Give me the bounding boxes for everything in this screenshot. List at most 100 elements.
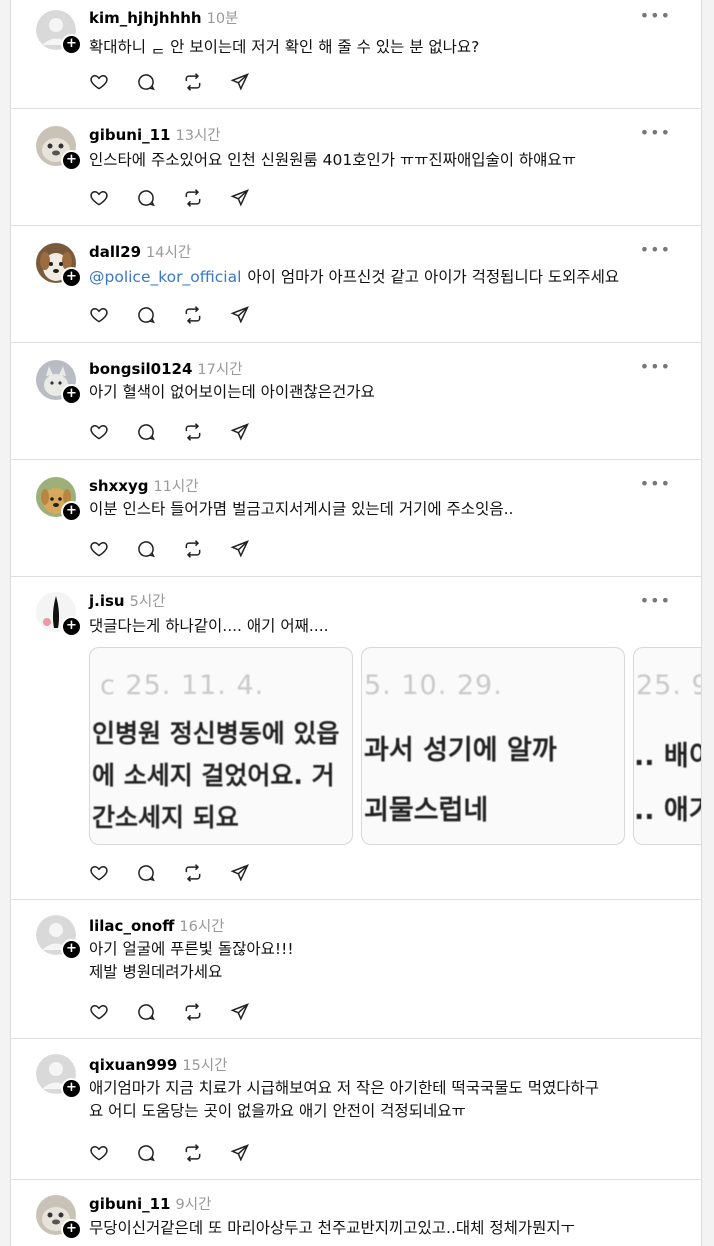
username[interactable]: qixuan999 <box>89 1056 177 1074</box>
action-bar <box>89 420 277 444</box>
image-text-line: 에 소세지 걸었어요. 거 <box>92 761 335 790</box>
send-icon[interactable] <box>230 303 277 327</box>
attached-image[interactable]: 25. 9 .. 배이 .. 애기 <box>633 647 701 845</box>
username[interactable]: dall29 <box>89 243 141 261</box>
more-options-icon[interactable]: ••• <box>640 240 671 259</box>
username[interactable]: lilac_onoff <box>89 917 174 935</box>
timestamp[interactable]: 17시간 <box>197 362 242 378</box>
follow-plus-icon[interactable]: + <box>61 939 82 960</box>
more-options-icon[interactable]: ••• <box>640 591 671 610</box>
heart-icon[interactable] <box>89 1000 136 1024</box>
repost-icon[interactable] <box>183 1000 230 1024</box>
repost-icon[interactable] <box>183 861 230 885</box>
comment-post: + shxxyg 11시간 ••• 이분 인스타 들어가몀 벌금고지서게시글 있는… <box>11 460 701 577</box>
comment-text: 댓글다는게 하나같이.... 애기 어째.... <box>89 617 329 635</box>
follow-plus-icon[interactable]: + <box>61 1219 82 1240</box>
action-bar <box>89 1000 277 1024</box>
comment-post: + dall29 14시간 ••• @police_kor_official 아이 … <box>11 226 701 343</box>
username[interactable]: shxxyg <box>89 477 148 495</box>
timestamp[interactable]: 13시간 <box>176 128 221 144</box>
comment-icon[interactable] <box>136 186 183 210</box>
repost-icon[interactable] <box>183 1141 230 1165</box>
username[interactable]: gibuni_11 <box>89 126 171 144</box>
action-bar <box>89 861 277 885</box>
comment-icon[interactable] <box>136 861 183 885</box>
repost-icon[interactable] <box>183 420 230 444</box>
heart-icon[interactable] <box>89 420 136 444</box>
image-carousel[interactable]: c 25. 11. 4. 인병원 정신병동에 있읍 에 소세지 걸었어요. 거 … <box>89 647 701 845</box>
image-text-line: 괴물스럽네 <box>364 795 489 826</box>
timestamp[interactable]: 15시간 <box>182 1058 227 1074</box>
comment-post: + gibuni_11 9시간 무당이신거같은데 또 마리아상두고 천주교반지끼고… <box>11 1180 701 1246</box>
timestamp[interactable]: 9시간 <box>176 1197 212 1213</box>
comment-icon[interactable] <box>136 420 183 444</box>
timestamp[interactable]: 16시간 <box>179 919 224 935</box>
send-icon[interactable] <box>230 420 277 444</box>
comment-post: + lilac_onoff 16시간 아기 얼굴에 푸른빛 돌잖아요!!! 제발 … <box>11 900 701 1039</box>
comment-text: 무당이신거같은데 또 마리아상두고 천주교반지끼고있고..대체 정체가뭔지ㅜ <box>89 1219 575 1237</box>
follow-plus-icon[interactable]: + <box>61 616 82 637</box>
image-date-text: c 25. 11. 4. <box>100 670 265 701</box>
send-icon[interactable] <box>230 1141 277 1165</box>
timestamp[interactable]: 14시간 <box>146 245 191 261</box>
send-icon[interactable] <box>230 861 277 885</box>
heart-icon[interactable] <box>89 70 136 94</box>
image-text-line: 인병원 정신병동에 있읍 <box>92 719 340 748</box>
heart-icon[interactable] <box>89 186 136 210</box>
comment-icon[interactable] <box>136 303 183 327</box>
heart-icon[interactable] <box>89 537 136 561</box>
follow-plus-icon[interactable]: + <box>61 1078 82 1099</box>
action-bar <box>89 186 277 210</box>
comment-text: 애기엄마가 지금 치료가 시급해보여요 저 작은 아기한테 떡국국물도 먹였다하… <box>89 1079 599 1120</box>
repost-icon[interactable] <box>183 537 230 561</box>
send-icon[interactable] <box>230 1000 277 1024</box>
comment-text: 인스타에 주소있어요 인천 신원원룸 401호인가 ㅠㅠ진짜애입술이 하얘요ㅠ <box>89 151 576 169</box>
action-bar <box>89 1141 277 1165</box>
more-options-icon[interactable]: ••• <box>640 357 671 376</box>
comment-post: + gibuni_11 13시간 ••• 인스타에 주소있어요 인천 신원원룸 4… <box>11 109 701 226</box>
timestamp[interactable]: 5시간 <box>130 594 166 610</box>
timestamp[interactable]: 10분 <box>207 11 239 27</box>
more-options-icon[interactable]: ••• <box>640 6 671 25</box>
comment-post: + qixuan999 15시간 애기엄마가 지금 치료가 시급해보여요 저 작은… <box>11 1039 701 1180</box>
comment-post: + j.isu 5시간 ••• 댓글다는게 하나같이.... 애기 어째.... … <box>11 577 701 900</box>
send-icon[interactable] <box>230 70 277 94</box>
username[interactable]: bongsil0124 <box>89 360 192 378</box>
repost-icon[interactable] <box>183 186 230 210</box>
image-text-line: .. 배이 <box>634 741 701 772</box>
follow-plus-icon[interactable]: + <box>61 384 82 405</box>
heart-icon[interactable] <box>89 1141 136 1165</box>
comment-icon[interactable] <box>136 70 183 94</box>
mention-link[interactable]: @police_kor_official <box>89 268 241 286</box>
comment-icon[interactable] <box>136 1000 183 1024</box>
comment-text: 확대하니 ᆮ 안 보이는데 저거 확인 해 줄 수 있는 분 없나요? <box>89 38 480 56</box>
image-date-text: 5. 10. 29. <box>364 670 503 701</box>
send-icon[interactable] <box>230 537 277 561</box>
send-icon[interactable] <box>230 186 277 210</box>
follow-plus-icon[interactable]: + <box>61 501 82 522</box>
follow-plus-icon[interactable]: + <box>61 34 82 55</box>
action-bar <box>89 70 277 94</box>
repost-icon[interactable] <box>183 70 230 94</box>
follow-plus-icon[interactable]: + <box>61 150 82 171</box>
follow-plus-icon[interactable]: + <box>61 267 82 288</box>
comment-post: + kim_hjhjhhhh 10분 ••• 확대하니 ᆮ 안 보이는데 저거 확… <box>11 0 701 109</box>
image-date-text: 25. 9 <box>636 670 701 701</box>
action-bar <box>89 303 277 327</box>
repost-icon[interactable] <box>183 303 230 327</box>
comment-icon[interactable] <box>136 537 183 561</box>
comment-text: @police_kor_official 아이 엄마가 아프신것 같고 아이가 걱… <box>89 266 679 289</box>
attached-image[interactable]: c 25. 11. 4. 인병원 정신병동에 있읍 에 소세지 걸었어요. 거 … <box>89 647 353 845</box>
heart-icon[interactable] <box>89 861 136 885</box>
more-options-icon[interactable]: ••• <box>640 474 671 493</box>
username[interactable]: gibuni_11 <box>89 1195 171 1213</box>
attached-image[interactable]: 5. 10. 29. 과서 성기에 알까 괴물스럽네 <box>361 647 625 845</box>
comment-body: 아이 엄마가 아프신것 같고 아이가 걱정됩니다 도외주세요 <box>247 268 620 286</box>
timestamp[interactable]: 11시간 <box>153 479 198 495</box>
username[interactable]: j.isu <box>89 592 125 610</box>
username[interactable]: kim_hjhjhhhh <box>89 9 202 27</box>
comment-icon[interactable] <box>136 1141 183 1165</box>
image-text-line: 간소세지 되요 <box>92 803 239 832</box>
heart-icon[interactable] <box>89 303 136 327</box>
more-options-icon[interactable]: ••• <box>640 123 671 142</box>
